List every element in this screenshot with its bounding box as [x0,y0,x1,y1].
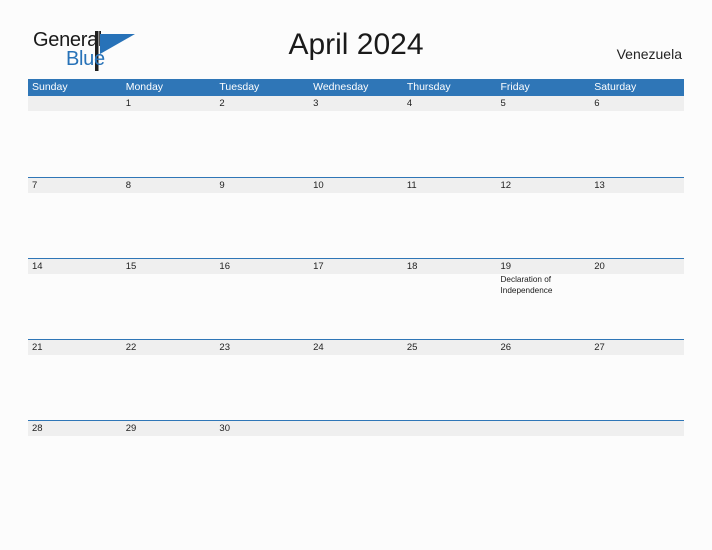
day-cell-empty [28,96,122,176]
day-cell[interactable]: 20 [590,259,684,339]
day-number: 9 [219,180,225,191]
page-title: April 2024 [288,28,424,61]
day-number: 25 [406,342,418,353]
calendar-week-row: 28 29 30 [28,420,684,501]
day-number: 13 [594,180,605,191]
holiday-event: Declaration of Independence [500,275,553,295]
day-cell[interactable]: 15 [122,259,216,339]
day-number: 8 [125,180,131,191]
day-cell[interactable]: 2 [215,96,309,176]
day-cell[interactable]: 23 [215,340,309,420]
day-number: 14 [32,261,43,272]
weekday-header-wednesday: Wednesday [313,81,369,93]
day-number: 7 [32,180,38,191]
day-cell[interactable]: 14 [28,259,122,339]
day-number: 18 [406,261,418,272]
weekday-header-tuesday: Tuesday [219,81,260,93]
day-cell-empty [497,421,591,501]
day-number: 5 [500,98,506,109]
day-cell[interactable]: 5 [497,96,591,176]
day-cell[interactable]: 17 [309,259,403,339]
day-cell[interactable]: 3 [309,96,403,176]
day-cell[interactable]: 4 [403,96,497,176]
weekday-header-sunday: Sunday [32,81,68,93]
day-number: 17 [313,261,324,272]
weekday-header-monday: Monday [125,81,164,93]
day-number: 28 [32,423,43,434]
calendar-grid: Sunday Monday Tuesday Wednesday Thursday Frid… [28,79,684,501]
country-label: Venezuela [616,46,682,62]
day-cell[interactable]: 16 [215,259,309,339]
weekday-header-saturday: Saturday [594,81,637,93]
day-number [501,421,591,436]
day-cell[interactable]: 30 [215,421,309,501]
day-number: 3 [313,98,319,109]
day-cell[interactable]: 11 [403,178,497,258]
day-number: 16 [219,261,230,272]
day-number [407,421,497,436]
day-number: 21 [32,342,43,353]
weekday-header-thursday: Thursday [406,81,451,93]
day-number: 24 [313,342,324,353]
day-cell[interactable]: 25 [403,340,497,420]
day-number: 4 [406,98,413,109]
day-cell[interactable]: 26 [497,340,591,420]
day-cell[interactable]: 18 [403,259,497,339]
day-cell[interactable]: 8 [122,178,216,258]
day-number: 29 [125,423,137,434]
day-cell[interactable]: 29 [122,421,216,501]
day-number: 11 [406,180,417,191]
day-number: 26 [500,342,512,353]
day-cell[interactable]: 22 [122,340,216,420]
day-number: 19 [500,261,512,272]
day-number [313,421,403,436]
day-cell-empty [590,421,684,501]
day-cell[interactable]: 6 [590,96,684,176]
day-cell[interactable]: 24 [309,340,403,420]
day-number [32,96,122,111]
page-header: General Blue April 2024 Venezuela [0,0,712,79]
day-events: Declaration of Independence [501,274,591,296]
calendar-weeks: 1 2 3 4 5 6 7 8 9 10 11 12 13 14 15 16 17 18 19 Declaration… [28,96,684,501]
weekday-header-friday: Friday [500,81,530,93]
day-cell-empty [309,421,403,501]
day-cell[interactable]: 19 Declaration of Independence [497,259,591,339]
calendar-week-row: 7 8 9 10 11 12 13 [28,177,684,258]
day-cell[interactable]: 12 [497,178,591,258]
day-number: 15 [125,261,137,272]
day-cell[interactable]: 27 [590,340,684,420]
day-cell[interactable]: 10 [309,178,403,258]
day-number: 20 [594,261,605,272]
day-number: 1 [125,98,131,109]
weekday-header-row: Sunday Monday Tuesday Wednesday Thursday Frid… [28,79,684,96]
day-cell[interactable]: 28 [28,421,122,501]
day-number: 22 [125,342,137,353]
day-number: 12 [500,180,512,191]
calendar-week-row: 21 22 23 24 25 26 27 [28,339,684,420]
day-cell-empty [403,421,497,501]
day-number [594,421,684,436]
day-number: 27 [594,342,605,353]
day-number: 2 [219,98,225,109]
day-number: 30 [219,423,230,434]
day-cell[interactable]: 1 [122,96,216,176]
day-cell[interactable]: 21 [28,340,122,420]
day-number: 23 [219,342,230,353]
day-cell[interactable]: 13 [590,178,684,258]
calendar-week-row: 1 2 3 4 5 6 [28,96,684,177]
day-cell[interactable]: 7 [28,178,122,258]
day-cell[interactable]: 9 [215,178,309,258]
day-number: 6 [594,98,600,109]
calendar-week-row: 14 15 16 17 18 19 Declaration of Independence 2… [28,258,684,339]
day-number: 10 [313,180,324,191]
